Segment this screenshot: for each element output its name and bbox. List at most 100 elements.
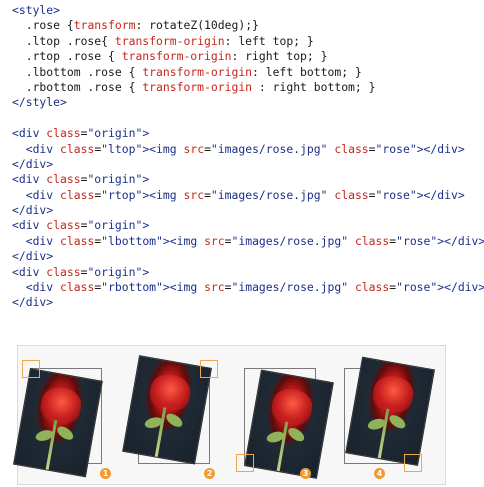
- code-line: </div>: [12, 157, 484, 172]
- code-line: <div class="origin">: [12, 126, 484, 141]
- code-token: "origin": [87, 172, 143, 187]
- code-line: .ltop .rose{ transform-origin: left top;…: [12, 34, 484, 49]
- code-token: class: [334, 187, 369, 202]
- code-listing: <style> .rose {transform: rotateZ(10deg)…: [12, 3, 484, 311]
- code-token: "origin": [87, 264, 143, 279]
- code-token: <div: [12, 233, 61, 248]
- code-token: =: [368, 141, 376, 156]
- code-line: <div class="lbottom"><img src="images/ro…: [12, 234, 484, 249]
- code-token: "rose": [396, 280, 438, 295]
- code-line: .rbottom .rose { transform-origin : righ…: [12, 80, 484, 95]
- transform-origin-demo: 1 2 3 4: [12, 345, 446, 485]
- code-token: <div: [12, 141, 61, 156]
- code-token: : right bottom; }: [252, 79, 376, 94]
- code-token: =: [224, 280, 232, 295]
- code-token: .lbottom .rose {: [12, 64, 143, 79]
- code-token: "origin": [87, 218, 143, 233]
- code-token: transform: [73, 18, 136, 33]
- code-token: ><img: [142, 141, 184, 156]
- code-line: .lbottom .rose { transform-origin: left …: [12, 65, 484, 80]
- code-line: <div class="origin">: [12, 172, 484, 187]
- code-token: .rtop .rose {: [12, 49, 122, 64]
- code-token: >: [142, 218, 150, 233]
- step-badge: 1: [100, 468, 111, 479]
- demo-ltop: 1: [12, 360, 111, 479]
- code-token: src: [204, 233, 225, 248]
- code-token: class: [334, 141, 369, 156]
- code-token: class: [46, 126, 81, 141]
- code-token: ></div>: [437, 233, 484, 248]
- code-token: .rbottom .rose {: [12, 79, 143, 94]
- code-token: </div>: [12, 249, 54, 264]
- code-token: class: [46, 218, 81, 233]
- rose-image: [345, 356, 436, 466]
- code-token: "images/rose.jpg": [210, 141, 328, 156]
- code-token: "ltop": [101, 141, 143, 156]
- code-token: =: [204, 187, 211, 202]
- code-line: <div class="origin">: [12, 218, 484, 233]
- step-badge: 4: [374, 468, 385, 479]
- code-token: class: [46, 172, 81, 187]
- code-token: </div>: [12, 156, 54, 171]
- code-token: src: [183, 187, 205, 202]
- code-token: "rtop": [101, 187, 143, 202]
- code-token: <div: [12, 187, 61, 202]
- code-token: .ltop .rose{: [12, 33, 115, 48]
- code-token: >: [142, 172, 150, 187]
- step-badge: 2: [204, 468, 215, 479]
- rose-image: [244, 369, 334, 479]
- code-token: transform-origin: [114, 33, 225, 48]
- code-token: "rose": [375, 141, 417, 156]
- code-token: "rose": [375, 187, 417, 202]
- code-line: </div>: [12, 203, 484, 218]
- demo-lbottom: 3: [236, 368, 334, 479]
- code-token: transform-origin: [142, 64, 253, 79]
- code-line: </div>: [12, 295, 484, 310]
- code-token: : left bottom; }: [252, 64, 362, 79]
- code-line: </div>: [12, 249, 484, 264]
- code-token: transform-origin: [121, 49, 232, 64]
- code-token: </style>: [12, 95, 67, 110]
- code-token: </div>: [12, 203, 54, 218]
- code-token: "lbottom": [101, 233, 163, 248]
- demo-rtop: 2: [122, 355, 218, 479]
- origin-marker: [404, 454, 422, 472]
- code-token: class: [60, 280, 95, 295]
- code-token: : left top; }: [224, 33, 314, 48]
- code-token: class: [354, 280, 390, 295]
- code-token: class: [354, 233, 390, 248]
- code-token: .rose {: [12, 18, 74, 33]
- code-token: =: [204, 141, 211, 156]
- code-token: transform-origin: [142, 79, 253, 94]
- origin-marker: [200, 360, 218, 378]
- code-token: <div: [12, 264, 47, 279]
- code-token: ><img: [162, 233, 205, 248]
- code-token: : right top; }: [231, 49, 328, 64]
- code-token: =: [224, 233, 232, 248]
- code-line: <div class="rtop"><img src="images/rose.…: [12, 188, 484, 203]
- code-line: </style>: [12, 95, 484, 110]
- code-token: ></div>: [437, 280, 484, 295]
- code-token: <style>: [12, 3, 61, 17]
- code-token: ><img: [162, 280, 205, 295]
- code-token: >: [142, 126, 150, 141]
- origin-marker: [22, 360, 40, 378]
- code-token: "rbottom": [101, 280, 163, 295]
- code-line: <div class="ltop"><img src="images/rose.…: [12, 142, 484, 157]
- step-badge: 3: [300, 468, 311, 479]
- code-token: class: [60, 141, 95, 156]
- code-token: "images/rose.jpg": [231, 280, 349, 295]
- code-line: <div class="origin">: [12, 265, 484, 280]
- code-line: .rtop .rose { transform-origin: right to…: [12, 49, 484, 64]
- code-token: class: [60, 187, 95, 202]
- code-token: ></div>: [416, 141, 465, 156]
- code-token: class: [46, 264, 81, 279]
- code-line: <style>: [12, 3, 484, 18]
- demo-rbottom: 4: [344, 356, 436, 479]
- code-token: <div: [12, 172, 47, 187]
- code-line: <div class="rbottom"><img src="images/ro…: [12, 280, 484, 295]
- code-token: "images/rose.jpg": [210, 187, 328, 202]
